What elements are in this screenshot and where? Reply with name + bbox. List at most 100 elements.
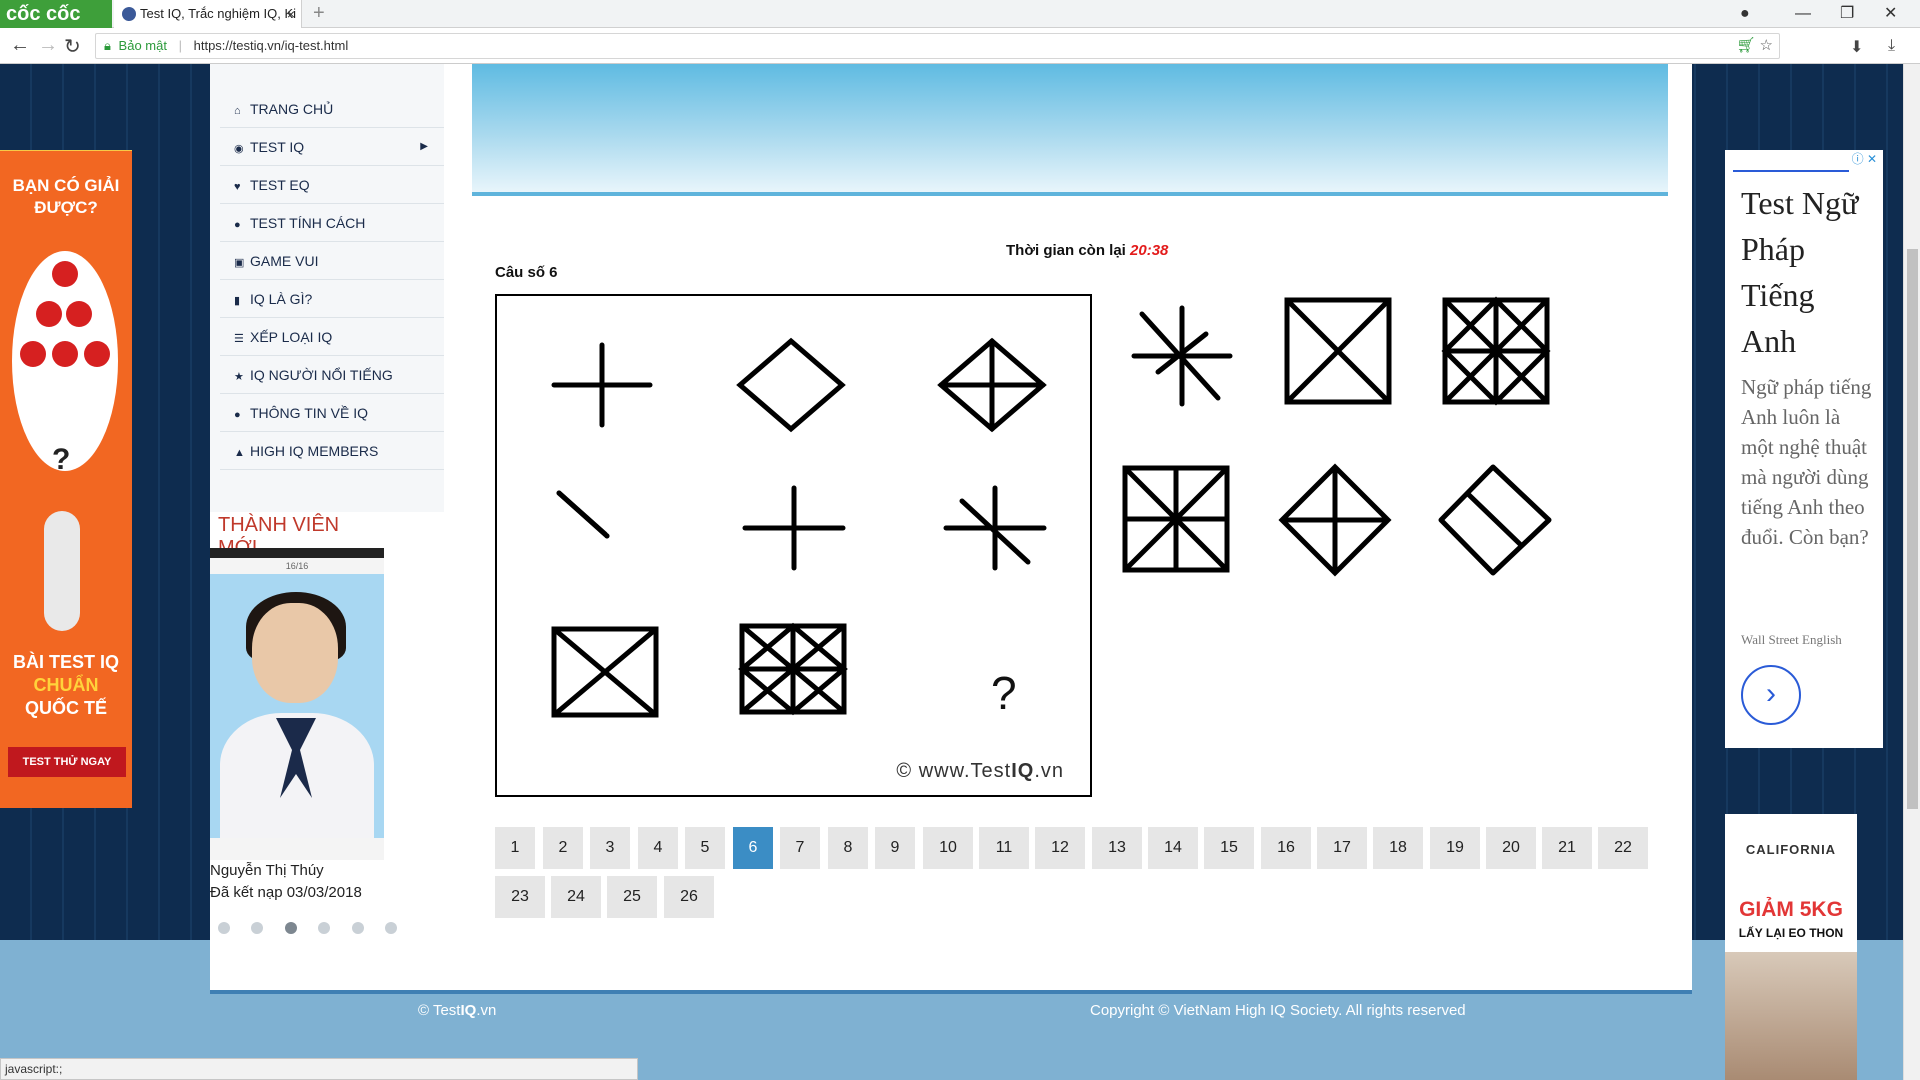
sidebar-item-test-eq[interactable]: ♥ TEST EQ [220, 166, 444, 204]
maximize-icon[interactable]: ❐ [1840, 0, 1854, 28]
back-icon[interactable]: ← [10, 34, 30, 57]
sidebar-item-iq-info[interactable]: ● THÔNG TIN VỀ IQ [220, 394, 444, 432]
puzzle-figures [551, 337, 1047, 718]
carousel-dot-active[interactable] [284, 922, 297, 934]
page-button-11[interactable]: 11 [979, 827, 1029, 869]
page-button-13[interactable]: 13 [1092, 827, 1142, 869]
download-tray-icon[interactable]: ⤓ [1888, 37, 1895, 55]
heart-icon: ♥ [234, 181, 241, 193]
new-tab-button[interactable]: + [313, 2, 325, 25]
page-button-3[interactable]: 3 [590, 827, 630, 869]
star-icon: ★ [234, 371, 244, 383]
carousel-dot[interactable] [251, 922, 264, 934]
forward-icon[interactable]: → [38, 34, 58, 57]
page-scrollbar[interactable] [1903, 64, 1920, 1080]
page-button-22[interactable]: 22 [1598, 827, 1648, 869]
missing-figure-mark: ? [991, 667, 1017, 719]
ad-test-button[interactable]: TEST THỬ NGAY [8, 747, 126, 777]
sidebar-item-high-iq-members[interactable]: ▲ HIGH IQ MEMBERS [220, 432, 444, 470]
page-button-5[interactable]: 5 [685, 827, 725, 869]
active-tab[interactable]: Test IQ, Trắc nghiệm IQ, Ki × [114, 0, 302, 28]
page-button-17[interactable]: 17 [1317, 827, 1367, 869]
chevron-right-icon[interactable]: › [1741, 665, 1801, 725]
carousel-dot[interactable] [218, 922, 230, 934]
page-button-21[interactable]: 21 [1542, 827, 1592, 869]
page-button-19[interactable]: 19 [1430, 827, 1480, 869]
page-button-2[interactable]: 2 [543, 827, 583, 869]
download-icon[interactable]: ⬇ [1850, 37, 1863, 57]
left-ad-banner[interactable]: BẠN CÓ GIẢI ĐƯỢC? ? BÀI TEST IQ CHUẨN QU… [0, 150, 132, 808]
footer-copyright: Copyright © VietNam High IQ Society. All… [1090, 1002, 1466, 1019]
sidebar-item-famous-iq[interactable]: ★ IQ NGƯỜI NỔI TIẾNG [220, 356, 444, 394]
sidebar-item-personality[interactable]: ● TEST TÍNH CÁCH [220, 204, 444, 242]
cart-icon[interactable]: 🛒︎ [1736, 37, 1755, 54]
thinking-figure [44, 511, 80, 631]
answer-option-4[interactable] [1121, 464, 1241, 584]
sidebar-item-label: THÔNG TIN VỀ IQ [250, 405, 368, 421]
footer-brand-bold: IQ [460, 1002, 477, 1019]
brain-icon: ◉ [234, 143, 244, 155]
page-button-9[interactable]: 9 [875, 827, 915, 869]
page-button-6-active[interactable]: 6 [733, 827, 773, 869]
member-name: Nguyễn Thị Thúy [210, 862, 324, 879]
member-photo[interactable]: 16/16 [210, 548, 384, 860]
answer-option-6[interactable] [1437, 461, 1557, 581]
page-button-18[interactable]: 18 [1373, 827, 1423, 869]
star-icon[interactable]: ☆ [1760, 37, 1773, 54]
page-button-12[interactable]: 12 [1035, 827, 1085, 869]
page-button-26[interactable]: 26 [664, 876, 714, 918]
cell-square-x [551, 626, 659, 718]
page-button-8[interactable]: 8 [828, 827, 868, 869]
list-icon: ☰ [234, 333, 244, 345]
answer-option-3[interactable] [1441, 294, 1561, 414]
scrollbar-thumb[interactable] [1907, 249, 1918, 809]
sidebar-item-test-iq[interactable]: ◉ TEST IQ ▶ [220, 128, 444, 166]
account-icon[interactable]: ● [1740, 0, 1750, 28]
page-button-10[interactable]: 10 [923, 827, 973, 869]
footer-brand[interactable]: © TestIQ.vn [418, 1002, 496, 1019]
page-button-14[interactable]: 14 [1148, 827, 1198, 869]
home-icon: ⌂ [234, 105, 241, 117]
page-button-16[interactable]: 16 [1261, 827, 1311, 869]
sidebar-item-games[interactable]: ▣ GAME VUI [220, 242, 444, 280]
footer-brand-suffix: .vn [476, 1002, 497, 1019]
close-tab-icon[interactable]: × [287, 0, 295, 28]
ad-top-line [1733, 170, 1849, 172]
window-close-icon[interactable]: ✕ [1884, 0, 1897, 28]
apple-icon [52, 341, 78, 367]
member-joined-date: Đã kết nạp 03/03/2018 [210, 884, 362, 901]
page-button-23[interactable]: 23 [495, 876, 545, 918]
page-button-20[interactable]: 20 [1486, 827, 1536, 869]
browser-logo[interactable]: cốc cốc [0, 0, 112, 28]
page-button-1[interactable]: 1 [495, 827, 535, 869]
sidebar-item-label: GAME VUI [250, 253, 319, 269]
page-button-24[interactable]: 24 [551, 876, 601, 918]
omnibox-actions: 🛒︎ ☆ [1736, 34, 1773, 58]
reload-icon[interactable]: ↻ [64, 34, 81, 59]
right-ad-fitness[interactable]: CALIFORNIA GIẢM 5KG LẤY LẠI EO THON [1725, 814, 1857, 1080]
carousel-dot[interactable] [318, 922, 331, 934]
url-input[interactable]: 🔒︎ Bảo mật | https://testiq.vn/iq-test.h… [95, 33, 1780, 59]
page-button-4[interactable]: 4 [638, 827, 678, 869]
carousel-dot[interactable] [385, 922, 398, 934]
right-ad-grammar[interactable]: ⓘ ✕ Test Ngữ Pháp Tiếng Anh Ngữ pháp tiế… [1725, 150, 1883, 748]
sidebar-item-home[interactable]: ⌂ TRANG CHỦ [220, 90, 444, 128]
answer-option-1[interactable] [1120, 294, 1240, 414]
sidebar-item-what-is-iq[interactable]: ▮ IQ LÀ GÌ? [220, 280, 444, 318]
page-button-7[interactable]: 7 [780, 827, 820, 869]
cell-square-diamond [738, 622, 848, 716]
carousel-dot[interactable] [351, 922, 364, 934]
sidebar-menu: ⌂ TRANG CHỦ ◉ TEST IQ ▶ ♥ TEST EQ ● TEST TÍNH… [210, 64, 444, 512]
tab-title: Test IQ, Trắc nghiệm IQ, Ki [140, 6, 297, 21]
answer-option-2[interactable] [1283, 294, 1403, 414]
answer-option-5[interactable] [1278, 461, 1398, 581]
gamepad-icon: ▣ [234, 257, 245, 269]
minimize-icon[interactable]: — [1795, 0, 1811, 28]
ad-choices-icon[interactable]: ⓘ ✕ [1852, 150, 1877, 167]
apple-icon [66, 301, 92, 327]
url-text: https://testiq.vn/iq-test.html [193, 38, 349, 53]
ad-title: BÀI TEST IQ CHUẨN QUỐC TẾ [0, 651, 132, 720]
page-button-15[interactable]: 15 [1204, 827, 1254, 869]
sidebar-item-iq-ranking[interactable]: ☰ XẾP LOẠI IQ [220, 318, 444, 356]
page-button-25[interactable]: 25 [607, 876, 657, 918]
